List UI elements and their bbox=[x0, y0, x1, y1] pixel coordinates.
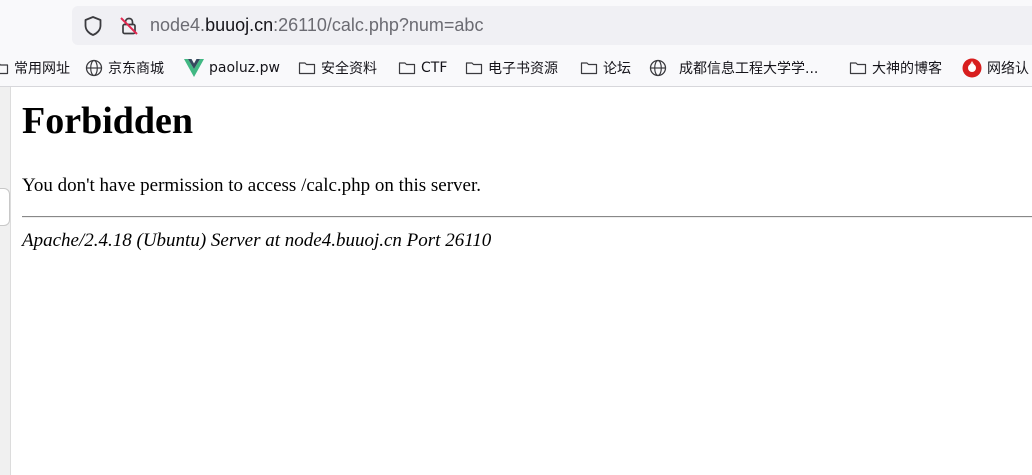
sidebar-toggle-handle[interactable] bbox=[0, 188, 10, 226]
bookmark-label: CTF bbox=[421, 60, 448, 76]
folder-icon bbox=[398, 60, 416, 76]
url-host-prefix: node4. bbox=[150, 15, 206, 35]
bookmark-jd[interactable]: 京东商城 bbox=[85, 50, 164, 86]
vue-logo-icon bbox=[184, 59, 204, 77]
globe-icon bbox=[85, 59, 103, 77]
folder-icon bbox=[0, 60, 9, 76]
url-path: :26110/calc.php?num=abc bbox=[273, 15, 484, 35]
sidebar-strip bbox=[0, 87, 11, 475]
bookmark-label: 安全资料 bbox=[321, 61, 377, 77]
bookmark-folder-common-sites[interactable]: 常用网址 bbox=[0, 50, 70, 86]
bookmark-folder-ebooks[interactable]: 电子书资源 bbox=[465, 50, 558, 86]
bookmark-cuit[interactable]: 成都信息工程大学学... bbox=[649, 50, 818, 86]
divider bbox=[22, 216, 1032, 218]
page-content: Forbidden You don't have permission to a… bbox=[22, 87, 1032, 253]
url-domain: buuoj.cn bbox=[205, 15, 274, 35]
globe-icon bbox=[649, 59, 667, 77]
folder-icon bbox=[298, 60, 316, 76]
server-signature: Apache/2.4.18 (Ubuntu) Server at node4.b… bbox=[22, 230, 492, 251]
bookmark-folder-forum[interactable]: 论坛 bbox=[580, 50, 631, 86]
bookmarks-bar: 常用网址 京东商城 paoluz.pw 安全资料 CTF 电子书资源 论坛 成都… bbox=[0, 50, 1032, 87]
bookmark-label: 常用网址 bbox=[14, 61, 70, 77]
bookmark-folder-blogs[interactable]: 大神的博客 bbox=[849, 50, 942, 86]
bookmark-folder-ctf[interactable]: CTF bbox=[398, 50, 447, 86]
bookmark-label: 京东商城 bbox=[108, 61, 164, 77]
browser-toolbar: node4.buuoj.cn:26110/calc.php?num=abc bbox=[0, 0, 1032, 50]
bookmark-label: paoluz.pw bbox=[209, 60, 280, 76]
bookmark-folder-security[interactable]: 安全资料 bbox=[298, 50, 377, 86]
bookmark-label: 电子书资源 bbox=[488, 61, 558, 77]
bookmark-label: 论坛 bbox=[603, 61, 631, 77]
folder-icon bbox=[580, 60, 598, 76]
bookmark-label: 成都信息工程大学学... bbox=[679, 61, 819, 77]
insecure-lock-icon[interactable] bbox=[118, 6, 140, 45]
error-message: You don't have permission to access /cal… bbox=[22, 175, 481, 196]
url-text[interactable]: node4.buuoj.cn:26110/calc.php?num=abc bbox=[150, 6, 483, 45]
shield-icon[interactable] bbox=[82, 6, 104, 45]
bookmark-label: 网络认 bbox=[987, 61, 1029, 77]
bookmark-label: 大神的博客 bbox=[872, 61, 942, 77]
folder-icon bbox=[849, 60, 867, 76]
folder-icon bbox=[465, 60, 483, 76]
red-logo-icon bbox=[962, 58, 982, 78]
page-title: Forbidden bbox=[22, 100, 194, 142]
bookmark-paoluz[interactable]: paoluz.pw bbox=[184, 50, 280, 86]
bookmark-network-auth[interactable]: 网络认 bbox=[962, 50, 1029, 86]
address-bar[interactable]: node4.buuoj.cn:26110/calc.php?num=abc bbox=[72, 6, 1032, 45]
